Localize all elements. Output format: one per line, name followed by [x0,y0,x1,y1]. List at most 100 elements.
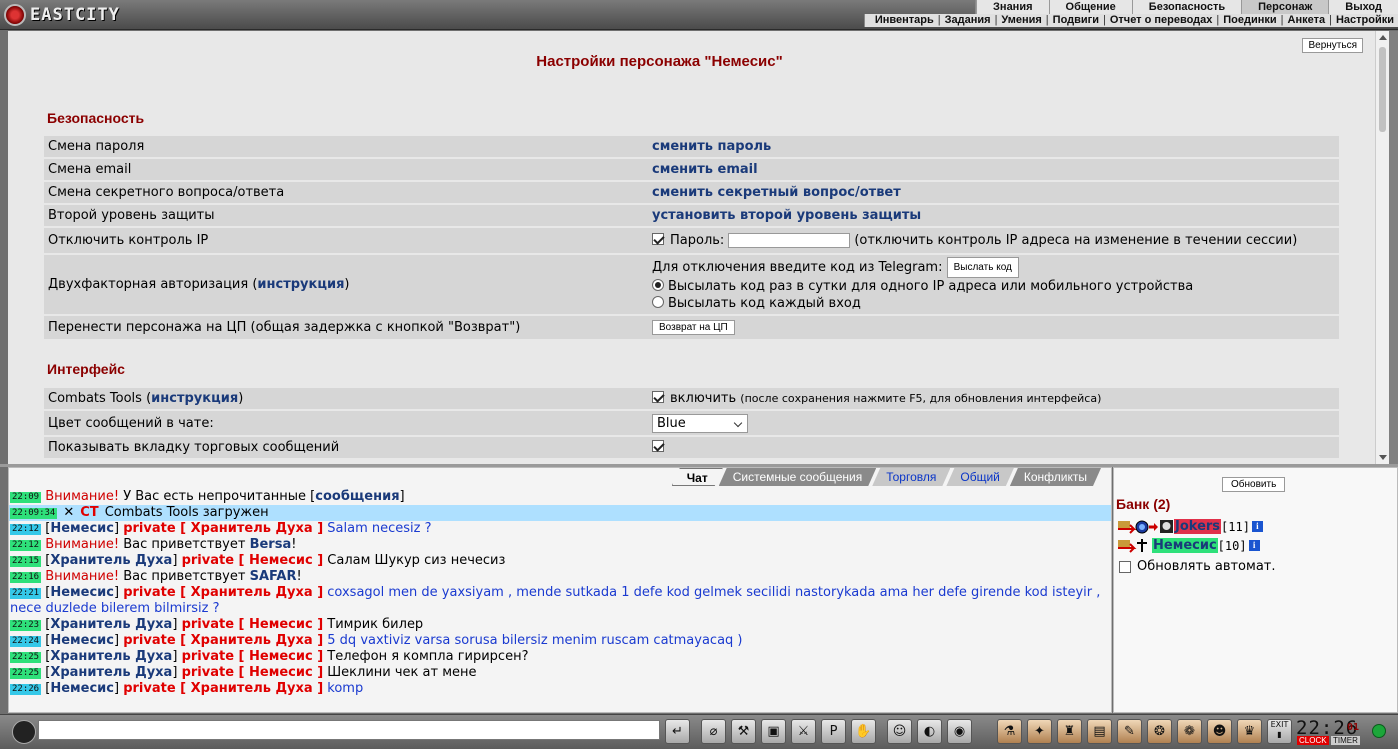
sender-nick[interactable]: Немесис [50,633,114,648]
pl-icon[interactable]: P [821,719,846,744]
nav-knowledge[interactable]: Знания [976,0,1048,14]
bandage-icon[interactable]: ⌀ [701,719,726,744]
tab-trade[interactable]: Торговля [872,468,950,486]
change-secret-link[interactable]: сменить секретный вопрос/ответ [652,185,901,200]
timer-label[interactable]: TIMER [1331,736,1360,745]
info-icon[interactable]: i [1251,521,1263,532]
medallion-icon[interactable]: ❁ [1177,719,1202,744]
radio-each-login[interactable] [652,296,664,308]
private-target[interactable]: private [ Немесис ] [182,665,324,680]
private-target[interactable]: private [ Хранитель Духа ] [123,681,323,696]
nav-communication[interactable]: Общение [1048,0,1132,14]
timestamp[interactable]: 22:21 [10,588,42,599]
private-target[interactable]: private [ Немесис ] [182,617,324,632]
tab-chat[interactable]: Чат [672,468,723,486]
timestamp[interactable]: 22:23 [10,620,42,631]
tab-conflicts[interactable]: Конфликты [1010,468,1101,486]
ring-icon[interactable]: ◉ [947,719,972,744]
tab-system[interactable]: Системные сообщения [719,468,877,486]
group-icon[interactable]: ☻ [1207,719,1232,744]
change-email-link[interactable]: сменить email [652,162,758,177]
chest-icon[interactable]: ▤ [1087,719,1112,744]
private-target[interactable]: private [ Хранитель Духа ] [123,585,323,600]
auto-refresh-checkbox[interactable] [1119,560,1131,573]
sack-icon[interactable]: ♜ [1057,719,1082,744]
trade-tab-checkbox[interactable] [652,440,664,452]
sender-nick[interactable]: Хранитель Духа [50,665,172,680]
chat-color-select[interactable]: Blue [652,413,748,433]
subnav-transfers[interactable]: Отчет о переводах [1106,14,1217,27]
sender-nick[interactable]: Немесис [50,521,114,536]
ip-control-checkbox[interactable] [652,233,664,245]
flask-icon[interactable]: ⚗ [997,719,1022,744]
timestamp[interactable]: 22:25 [10,652,42,663]
user-name-jokers[interactable]: Jokers [1174,519,1222,534]
timestamp[interactable]: 22:16 [10,572,42,583]
private-target[interactable]: private [ Хранитель Духа ] [123,521,323,536]
radio-once-per-day[interactable] [652,279,664,291]
helmet-icon[interactable]: ◐ [917,719,942,744]
timestamp[interactable]: 22:12 [10,524,42,535]
user-name-nemesis[interactable]: Немесис [1152,538,1218,553]
timestamp[interactable]: 22:26 [10,684,42,695]
combats-tools-checkbox[interactable] [652,391,664,403]
greeter-nick[interactable]: Bersa [250,537,292,552]
back-button[interactable]: Вернуться [1302,38,1363,53]
timestamp[interactable]: 22:09:34 [10,508,58,519]
subnav-profile[interactable]: Анкета [1284,14,1330,27]
sender-nick[interactable]: Хранитель Духа [50,553,172,568]
timestamp[interactable]: 22:15 [10,556,42,567]
ip-password-input[interactable] [728,233,851,248]
timestamp[interactable]: 22:24 [10,636,42,647]
clock-label[interactable]: CLOCK [1297,736,1329,745]
change-password-link[interactable]: сменить пароль [652,139,771,154]
close-icon[interactable]: ✕ [63,505,74,520]
crown-icon[interactable]: ♛ [1237,719,1262,744]
info-icon[interactable]: i [1248,540,1260,551]
exit-door-icon[interactable]: EXIT ▮ [1267,719,1292,744]
messages-link[interactable]: сообщения [315,489,399,504]
sender-nick[interactable]: Немесис [50,681,114,696]
two-factor-instruction-link[interactable]: инструкция [257,277,344,292]
enter-icon[interactable]: ↵ [665,719,690,744]
subnav-inventory[interactable]: Инвентарь [871,14,938,27]
subnav-settings[interactable]: Настройки [1332,14,1398,27]
subnav-quests[interactable]: Задания [941,14,995,27]
bag-icon[interactable]: ▣ [761,719,786,744]
tab-general[interactable]: Общий [946,468,1014,486]
greeter-nick[interactable]: SAFAR [250,569,297,584]
timestamp[interactable]: 22:09 [10,492,42,503]
sender-nick[interactable]: Хранитель Духа [50,617,172,632]
chat-input[interactable] [38,720,660,740]
subnav-skills[interactable]: Умения [997,14,1045,27]
smiley-icon[interactable]: ☺ [887,719,912,744]
sender-nick[interactable]: Немесис [50,585,114,600]
hand-icon[interactable]: ✋ [851,719,876,744]
refresh-button[interactable]: Обновить [1222,477,1286,492]
private-target[interactable]: private [ Немесис ] [182,649,324,664]
combats-tools-instruction-link[interactable]: инструкция [151,391,238,406]
fighter-icon[interactable]: ⚔ [791,719,816,744]
nav-character[interactable]: Персонаж [1241,0,1329,14]
chat-avatar-icon[interactable] [12,720,36,744]
logo[interactable]: EASTCITY [4,3,154,27]
private-target[interactable]: private [ Немесис ] [182,553,324,568]
scroll-up-icon[interactable] [1379,35,1387,40]
send-code-button[interactable]: Выслать код [946,257,1019,278]
scroll-down-icon[interactable] [1379,455,1387,460]
sender-nick[interactable]: Хранитель Духа [50,649,172,664]
subnav-feats[interactable]: Подвиги [1049,14,1103,27]
second-level-link[interactable]: установить второй уровень защиты [652,208,921,223]
return-to-cp-button[interactable]: Возврат на ЦП [652,320,735,335]
nav-exit[interactable]: Выход [1328,0,1398,14]
private-target[interactable]: private [ Хранитель Духа ] [123,633,323,648]
timestamp[interactable]: 22:25 [10,668,42,679]
subnav-fights[interactable]: Поединки [1219,14,1280,27]
sword-icon[interactable]: ✦ [1027,719,1052,744]
brain-icon[interactable]: ❂ [1147,719,1172,744]
nav-security[interactable]: Безопасность [1131,0,1241,14]
settings-scrollbar[interactable] [1375,31,1389,464]
timestamp[interactable]: 22:12 [10,540,42,551]
hammer-icon[interactable]: ⚒ [731,719,756,744]
scroll-icon[interactable]: ✎ [1117,719,1142,744]
